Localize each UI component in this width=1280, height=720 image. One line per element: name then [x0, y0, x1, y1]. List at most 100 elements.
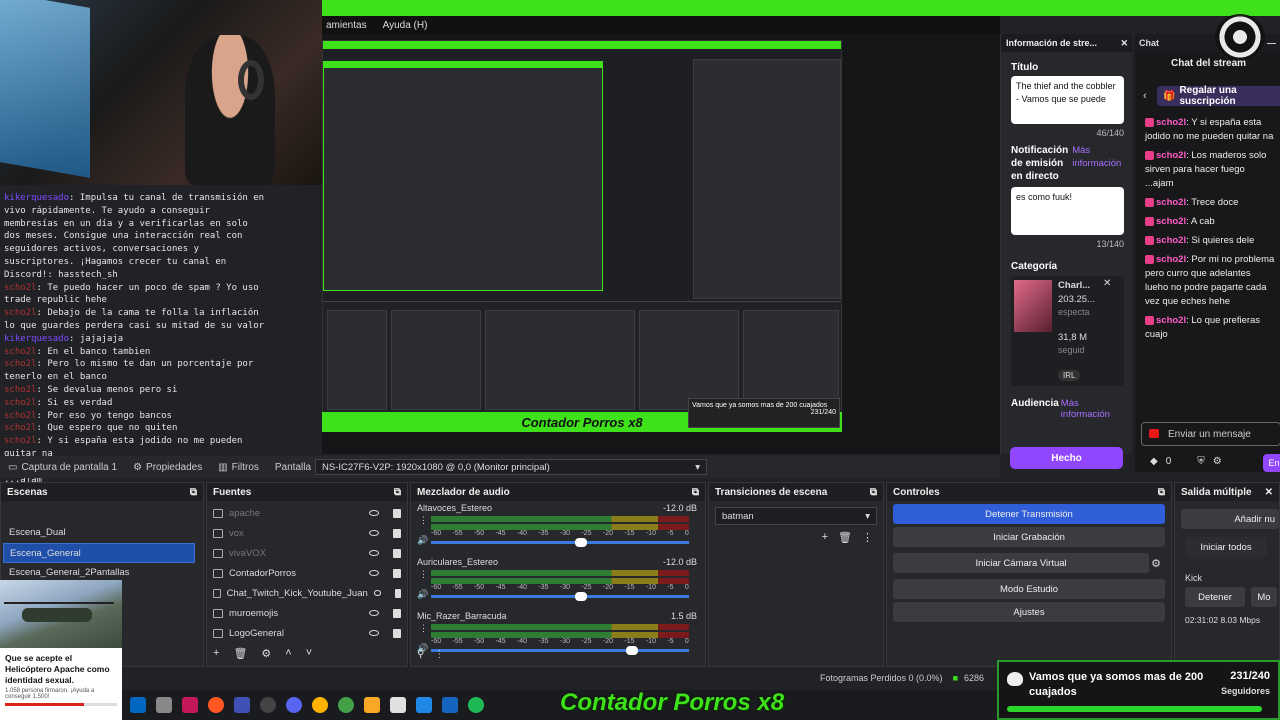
- screen-select[interactable]: NS-IC27F6-V2P: 1920x1080 @ 0,0 (Monitor …: [315, 459, 708, 475]
- eye-icon[interactable]: [369, 530, 379, 536]
- arrow-up-icon[interactable]: ˄: [285, 647, 291, 660]
- close-icon[interactable]: ✕: [1265, 487, 1273, 498]
- eye-icon[interactable]: [369, 630, 379, 636]
- slider-knob[interactable]: [574, 538, 587, 547]
- source-item[interactable]: vox: [207, 523, 407, 543]
- lock-icon[interactable]: [393, 628, 401, 638]
- start-virtual-cam-button[interactable]: Iniciar Cámara Virtual: [893, 553, 1150, 573]
- lock-icon[interactable]: [393, 528, 401, 538]
- stop-stream-button[interactable]: Detener Transmisión: [893, 504, 1165, 524]
- eye-icon[interactable]: [373, 590, 382, 596]
- dock-float-icon[interactable]: ⧉: [692, 487, 699, 498]
- more-output-button[interactable]: Mo: [1251, 587, 1277, 607]
- volume-slider[interactable]: [431, 592, 689, 601]
- more-icon[interactable]: ⋮: [419, 569, 428, 580]
- settings-button[interactable]: Ajustes: [893, 602, 1165, 622]
- dock-float-icon[interactable]: ⧉: [190, 487, 197, 498]
- obs-icon[interactable]: [260, 697, 276, 713]
- slider-knob[interactable]: [574, 592, 587, 601]
- chat-username[interactable]: scho2l: [1156, 315, 1186, 326]
- more-icon[interactable]: ⋮: [434, 649, 444, 660]
- add-output-button[interactable]: Añadir nu: [1181, 509, 1279, 529]
- notif-field[interactable]: es como fuuk!: [1011, 187, 1124, 235]
- lock-icon[interactable]: [393, 508, 401, 518]
- lock-icon[interactable]: [393, 548, 401, 558]
- spotify-icon[interactable]: [468, 697, 484, 713]
- v-app-icon[interactable]: [234, 697, 250, 713]
- lock-icon[interactable]: [395, 588, 401, 598]
- eye-icon[interactable]: [369, 570, 379, 576]
- folder-icon[interactable]: [364, 697, 380, 713]
- chat-username[interactable]: scho2l: [1156, 150, 1186, 161]
- trash-icon[interactable]: 🗑: [838, 531, 852, 544]
- title-field[interactable]: The thief and the cobbler - Vamos que se…: [1011, 76, 1124, 124]
- source-item[interactable]: vivaVOX: [207, 543, 407, 563]
- chat-username[interactable]: scho2l: [1156, 117, 1186, 128]
- chat-username[interactable]: scho2l: [1156, 254, 1186, 265]
- add-icon[interactable]: +: [213, 647, 219, 660]
- music-icon[interactable]: [312, 697, 328, 713]
- link-icon[interactable]: ⚲: [417, 649, 424, 660]
- chat-username[interactable]: scho2l: [1156, 235, 1186, 246]
- scene-item[interactable]: Escena_General: [3, 543, 195, 563]
- volume-slider[interactable]: [431, 646, 689, 655]
- trash-icon[interactable]: 🗑: [233, 647, 247, 660]
- transition-select[interactable]: batman ▾: [715, 507, 877, 525]
- eye-icon[interactable]: [369, 510, 379, 516]
- done-button[interactable]: Hecho: [1010, 447, 1123, 469]
- send-button[interactable]: En: [1263, 454, 1280, 472]
- menu-item-help[interactable]: Ayuda (H): [383, 20, 428, 31]
- chat-input[interactable]: Enviar un mensaje: [1141, 422, 1280, 446]
- gear-icon[interactable]: ⚙: [261, 647, 271, 660]
- more-info-link[interactable]: Más información: [1072, 144, 1124, 183]
- petition-card[interactable]: Que se acepte el Helicóptero Apache como…: [0, 580, 122, 720]
- points-icon[interactable]: ◆: [1150, 456, 1158, 467]
- scene-item[interactable]: Escena_Dual: [3, 523, 195, 543]
- browser-icon[interactable]: [208, 697, 224, 713]
- shield-icon[interactable]: ⛨: [1197, 456, 1205, 467]
- menu-item-tools[interactable]: amientas: [326, 20, 367, 31]
- volume-slider[interactable]: [431, 538, 689, 547]
- files-icon[interactable]: [156, 697, 172, 713]
- vs-icon[interactable]: [416, 697, 432, 713]
- more-icon[interactable]: ⋮: [419, 515, 428, 526]
- source-item[interactable]: ContadorPorros: [207, 563, 407, 583]
- dock-float-icon[interactable]: ⧉: [1158, 487, 1165, 498]
- lock-icon[interactable]: [393, 568, 401, 578]
- source-item[interactable]: Chat_Twitch_Kick_Youtube_Juan: [207, 583, 407, 603]
- studio-mode-button[interactable]: Modo Estudio: [893, 579, 1165, 599]
- discord-icon[interactable]: [286, 697, 302, 713]
- vscode-icon[interactable]: [130, 697, 146, 713]
- box-icon[interactable]: [390, 697, 406, 713]
- vscode-alt-icon[interactable]: [442, 697, 458, 713]
- chat-icon[interactable]: [338, 697, 354, 713]
- source-item[interactable]: muroemojis: [207, 603, 407, 623]
- arrow-down-icon[interactable]: ˅: [306, 647, 312, 660]
- speaker-icon[interactable]: 🔊: [417, 589, 428, 600]
- category-card[interactable]: Charl... ✕ 203.25... especta 31,8 M segu…: [1011, 276, 1124, 386]
- dock-float-icon[interactable]: ⧉: [870, 487, 877, 498]
- dock-float-icon[interactable]: ⧉: [394, 487, 401, 498]
- gear-icon[interactable]: ⚙: [1151, 557, 1161, 570]
- chevron-left-icon[interactable]: ‹: [1143, 90, 1147, 102]
- source-item[interactable]: apache: [207, 503, 407, 523]
- add-icon[interactable]: +: [822, 531, 828, 544]
- app-icon[interactable]: [182, 697, 198, 713]
- filters-button[interactable]: ▥ Filtros: [210, 456, 267, 478]
- start-all-button[interactable]: Iniciar todos: [1185, 537, 1267, 557]
- minimize-icon[interactable]: —: [1267, 38, 1276, 48]
- source-item[interactable]: LogoGeneral: [207, 623, 407, 643]
- speaker-icon[interactable]: 🔊: [417, 535, 428, 546]
- more-icon[interactable]: ⋮: [419, 623, 428, 634]
- slider-knob[interactable]: [626, 646, 639, 655]
- audience-more-info[interactable]: Más información: [1061, 398, 1124, 420]
- stop-output-button[interactable]: Detener: [1185, 587, 1245, 607]
- properties-button[interactable]: ⚙ Propiedades: [125, 456, 210, 478]
- more-icon[interactable]: ⋮: [862, 531, 873, 544]
- chat-username[interactable]: scho2l: [1156, 197, 1186, 208]
- gear-icon[interactable]: ⚙: [1213, 456, 1222, 467]
- remove-category-icon[interactable]: ✕: [1103, 278, 1111, 289]
- eye-icon[interactable]: [369, 610, 379, 616]
- start-recording-button[interactable]: Iniciar Grabación: [893, 527, 1165, 547]
- chat-username[interactable]: scho2l: [1156, 216, 1186, 227]
